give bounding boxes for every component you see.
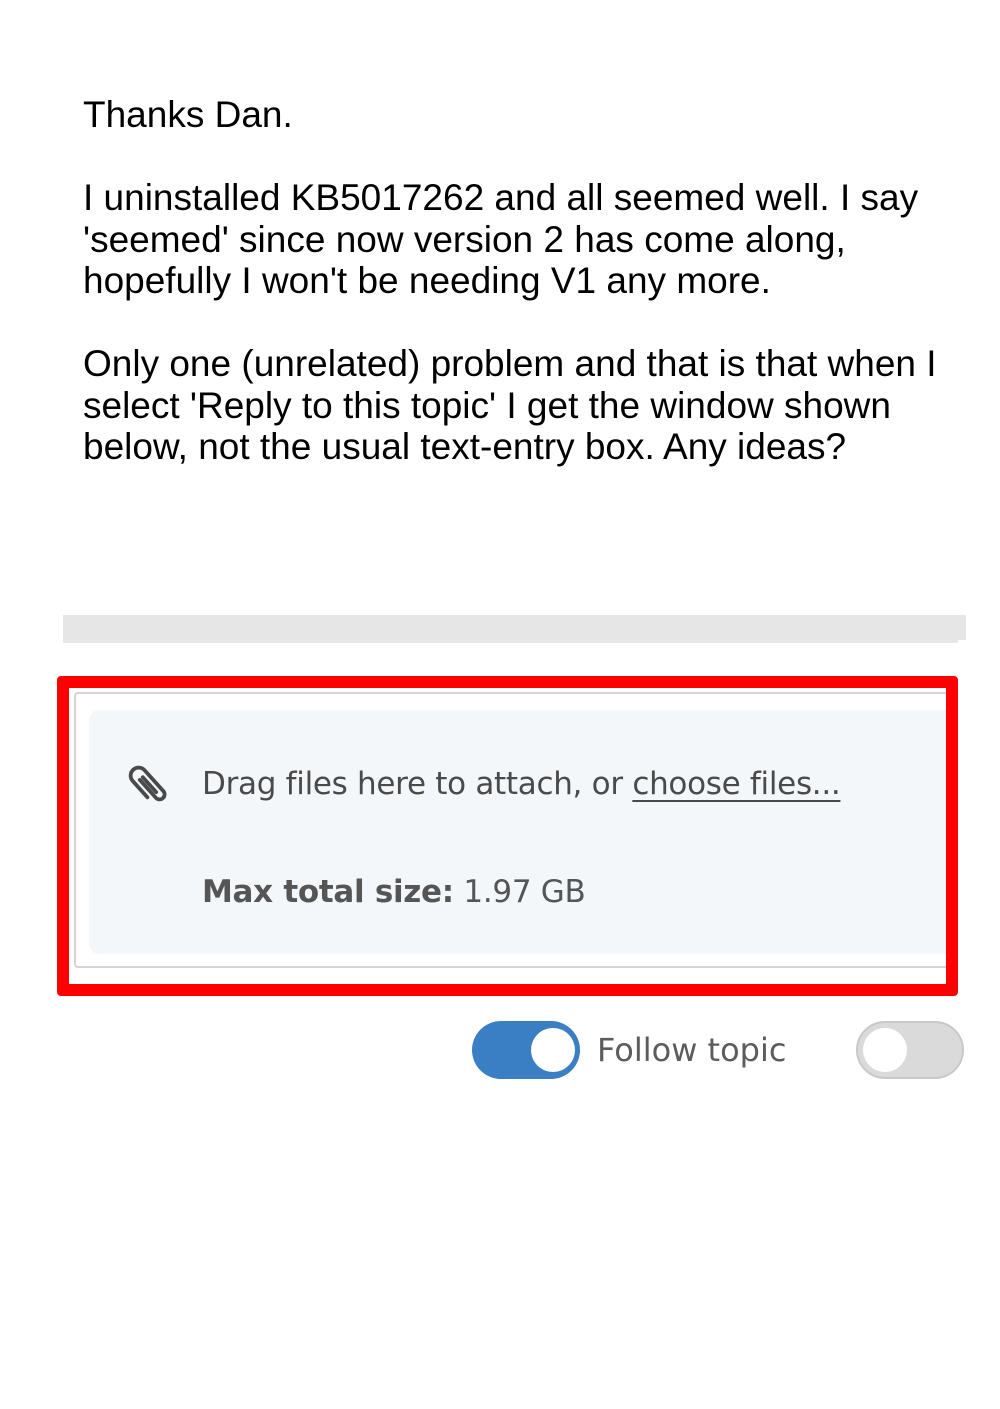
toggle-knob (863, 1028, 907, 1072)
choose-files-link[interactable]: choose files... (632, 766, 840, 802)
toggle-knob (531, 1028, 575, 1072)
divider-bar (63, 615, 966, 643)
paperclip-icon (122, 760, 174, 812)
dropzone-instructions: Drag files here to attach, or choose fil… (202, 766, 841, 802)
max-size-label: Max total size: (202, 874, 454, 910)
drop-text: Drag files here to attach, or (202, 766, 633, 802)
post-paragraph: Only one (unrelated) problem and that is… (83, 343, 937, 467)
max-size-value: 1.97 GB (453, 874, 586, 910)
post-paragraph: Thanks Dan. (83, 94, 293, 135)
follow-topic-toggle[interactable] (472, 1021, 580, 1079)
follow-topic-label: Follow topic (597, 1031, 787, 1069)
attachment-dropzone[interactable] (89, 710, 989, 954)
post-body: Thanks Dan. I uninstalled KB5017262 and … (83, 94, 943, 509)
secondary-toggle[interactable] (856, 1021, 964, 1079)
post-paragraph: I uninstalled KB5017262 and all seemed w… (83, 177, 919, 301)
max-size-info: Max total size: 1.97 GB (202, 874, 586, 910)
screenshot-crop-edge (958, 640, 1000, 1000)
